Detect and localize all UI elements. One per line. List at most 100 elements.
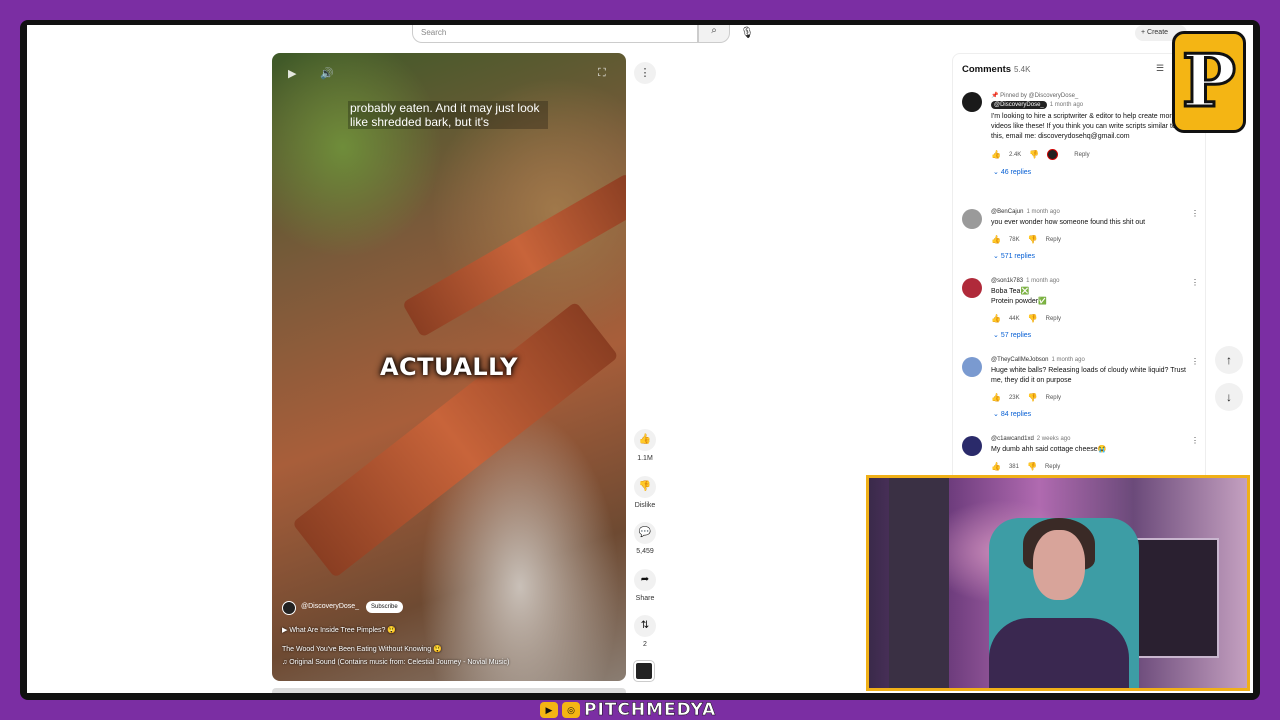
like-count: 1.1M	[637, 455, 653, 462]
thumbs-down-icon[interactable]: 👎	[1028, 393, 1038, 402]
creator-heart-icon	[1047, 149, 1059, 160]
door-decoration	[889, 478, 949, 688]
replies-toggle[interactable]: ⌄ 571 replies	[993, 252, 1186, 260]
thumbs-down-icon[interactable]: 👎	[1027, 462, 1037, 471]
comment-author[interactable]: @TheyCallMeJobson	[991, 357, 1048, 363]
comment-item: 📌 Pinned by @DiscoveryDose_ @DiscoveryDo…	[962, 92, 1198, 204]
comment-item: @TheyCallMeJobson 1 month ago Huge white …	[962, 357, 1199, 437]
reply-button[interactable]: Reply	[1074, 152, 1089, 158]
avatar[interactable]	[962, 92, 982, 112]
thumbs-down-icon[interactable]: 👎	[1029, 150, 1039, 159]
log-decoration	[292, 301, 619, 579]
thumbs-up-icon[interactable]: 👍	[991, 462, 1001, 471]
more-options-icon[interactable]: ⋮	[634, 62, 656, 84]
thumbs-down-icon[interactable]: 👎	[1028, 235, 1038, 244]
sound-link[interactable]: ♫ Original Sound (Contains music from: C…	[282, 659, 509, 666]
avatar[interactable]	[962, 436, 982, 456]
arrow-up-icon: ↑	[1226, 353, 1232, 367]
streamer-face	[1033, 530, 1085, 600]
search-button[interactable]: ⌕	[698, 25, 730, 43]
comment-author[interactable]: @son1k783	[991, 278, 1023, 284]
comment-item: @BenCajun 1 month ago you ever wonder how…	[962, 209, 1199, 279]
channel-name[interactable]: @DiscoveryDose_	[301, 603, 359, 610]
comment-age: 1 month ago	[1026, 209, 1060, 215]
thumbs-down-icon: 👎	[634, 476, 656, 498]
comment-author[interactable]: @BenCajun	[991, 209, 1023, 215]
comment-age: 2 weeks ago	[1036, 436, 1071, 442]
comment-menu-icon[interactable]: ⋮	[1191, 278, 1199, 287]
replies-toggle[interactable]: ⌄ 84 replies	[993, 410, 1186, 418]
comment-author[interactable]: @DiscoveryDose_	[991, 101, 1047, 109]
pinned-label: 📌 Pinned by @DiscoveryDose_	[991, 93, 1079, 99]
share-button[interactable]: ➦ Share	[632, 569, 658, 602]
comment-author[interactable]: @c1awcand1xd	[991, 436, 1034, 442]
thumbs-up-icon: 👍	[634, 429, 656, 451]
comment-text: My dumb ahh said cottage cheese😭	[991, 446, 1107, 453]
replies-toggle[interactable]: ⌄ 46 replies	[993, 168, 1186, 176]
like-button[interactable]: 👍 1.1M	[632, 429, 658, 462]
channel-avatar[interactable]	[282, 601, 296, 615]
avatar[interactable]	[962, 209, 982, 229]
video-caption: probably eaten. And it may just look lik…	[348, 101, 548, 129]
comment-text: Huge white balls? Releasing loads of clo…	[991, 367, 1186, 384]
comment-likes: 381	[1008, 463, 1019, 470]
comment-age: 1 month ago	[1051, 357, 1085, 363]
search-icon: ⌕	[711, 25, 717, 36]
comment-count: 5,459	[636, 548, 654, 555]
dislike-label: Dislike	[634, 502, 656, 509]
reply-button[interactable]: Reply	[1046, 237, 1061, 243]
avatar[interactable]	[962, 278, 982, 298]
comment-likes: 2.4K	[1008, 151, 1022, 158]
log-decoration	[402, 173, 626, 338]
subscribe-button[interactable]: Subscribe	[366, 601, 403, 613]
remix-button[interactable]: ⇅ 2	[632, 615, 658, 648]
comment-menu-icon[interactable]: ⋮	[1191, 436, 1199, 445]
reply-button[interactable]: Reply	[1045, 464, 1060, 470]
thumbs-up-icon[interactable]: 👍	[991, 314, 1001, 323]
brand-name: PITCHMEDYA	[584, 700, 717, 720]
dislike-button[interactable]: 👎 Dislike	[632, 476, 658, 509]
share-label: Share	[635, 595, 655, 602]
fullscreen-icon[interactable]: ⛶	[598, 67, 606, 80]
streamer-body	[989, 618, 1129, 688]
mic-icon[interactable]: 🎙	[740, 26, 754, 39]
video-title: The Wood You've Been Eating Without Know…	[282, 646, 442, 653]
comment-menu-icon[interactable]: ⋮	[1191, 209, 1199, 218]
comment-menu-icon[interactable]: ⋮	[1191, 357, 1199, 366]
previous-video-button[interactable]: ↑	[1215, 346, 1243, 374]
comments-title: Comments	[962, 64, 1012, 75]
share-icon: ➦	[634, 569, 656, 591]
comment-text: I'm looking to hire a scriptwriter & edi…	[991, 113, 1176, 140]
comment-item: @son1k783 1 month ago Boba Tea❎ Protein p…	[962, 278, 1199, 358]
reply-button[interactable]: Reply	[1046, 395, 1061, 401]
thumbs-up-icon[interactable]: 👍	[991, 235, 1001, 244]
shorts-video[interactable]: ▶ 🔊 ⛶ probably eaten. And it may just lo…	[272, 53, 626, 681]
comments-count: 5.4K	[1014, 65, 1031, 74]
replies-toggle[interactable]: ⌄ 57 replies	[993, 331, 1186, 339]
brand-footer: ▶ ◎ PITCHMEDYA	[540, 700, 716, 720]
sound-thumbnail[interactable]	[633, 660, 655, 682]
remix-count: 2	[643, 641, 647, 648]
avatar[interactable]	[962, 357, 982, 377]
play-icon[interactable]: ▶	[288, 67, 296, 80]
search-input[interactable]: Search	[412, 25, 698, 43]
sort-icon[interactable]: ☰	[1156, 63, 1164, 74]
youtube-icon: ▶	[540, 702, 558, 718]
thumbs-down-icon[interactable]: 👎	[1028, 314, 1038, 323]
comment-likes: 78K	[1008, 236, 1020, 243]
arrow-down-icon: ↓	[1226, 390, 1232, 404]
channel-logo: P	[1172, 31, 1246, 133]
thumbs-up-icon[interactable]: 👍	[991, 393, 1001, 402]
comment-age: 1 month ago	[1049, 102, 1084, 108]
thumbs-up-icon[interactable]: 👍	[991, 150, 1001, 159]
instagram-icon: ◎	[562, 702, 580, 718]
next-video-preview	[272, 688, 626, 693]
comment-text: you ever wonder how someone found this s…	[991, 219, 1146, 226]
comment-text: Boba Tea❎ Protein powder✅	[991, 288, 1047, 305]
next-video-button[interactable]: ↓	[1215, 383, 1243, 411]
reply-button[interactable]: Reply	[1046, 316, 1061, 322]
comments-button[interactable]: 💬 5,459	[632, 522, 658, 555]
volume-icon[interactable]: 🔊	[320, 67, 334, 80]
related-video-link[interactable]: ▶ What Are Inside Tree Pimples? 😲	[282, 626, 396, 634]
comment-likes: 23K	[1008, 394, 1020, 401]
